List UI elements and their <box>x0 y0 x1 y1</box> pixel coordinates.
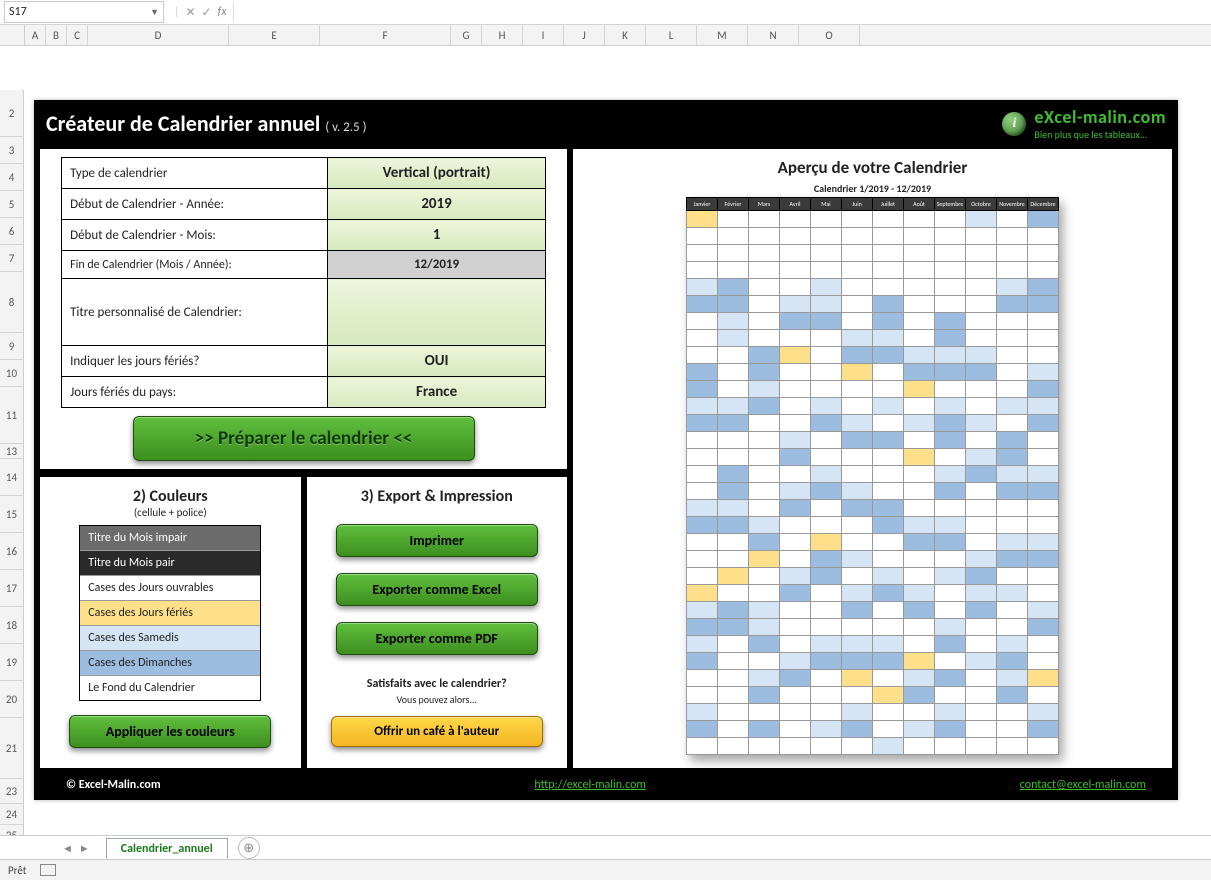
color-item[interactable]: Cases des Samedis <box>80 626 260 651</box>
coffee-button[interactable]: Offrir un café à l'auteur <box>331 716 543 747</box>
column-header[interactable]: I <box>523 25 564 45</box>
row-header[interactable]: 3 <box>0 137 24 164</box>
column-header[interactable]: C <box>67 25 88 45</box>
column-header[interactable]: J <box>564 25 605 45</box>
export-title: 3) Export & Impression <box>361 487 513 506</box>
row-header[interactable]: 4 <box>0 164 24 191</box>
copyright: © Excel-Malin.com <box>66 778 161 792</box>
setting-custom-title[interactable] <box>328 279 546 346</box>
brand-name: eXcel-malin.com <box>1034 106 1166 128</box>
brand-tagline: Bien plus que les tableaux... <box>1034 128 1166 141</box>
row-header[interactable]: 14 <box>0 459 24 496</box>
column-header[interactable]: O <box>799 25 860 45</box>
row-header[interactable]: 10 <box>0 360 24 387</box>
row-header[interactable]: 15 <box>0 496 24 533</box>
setting-month-value[interactable]: 1 <box>328 220 546 251</box>
column-header[interactable]: M <box>697 25 748 45</box>
cancel-icon[interactable]: ✕ <box>186 5 196 20</box>
sheet-tab-bar: ◄► Calendrier_annuel ⊕ <box>0 835 1211 860</box>
calendar-preview: JanvierFévrierMarsAvrilMaiJuinJuilletAoû… <box>686 197 1059 755</box>
page-title: Créateur de Calendrier annuel ( v. 2.5 ) <box>46 110 367 137</box>
row-header[interactable]: 18 <box>0 607 24 644</box>
color-list: Titre du Mois impair Titre du Mois pair … <box>79 525 261 701</box>
preview-title: Aperçu de votre Calendrier <box>581 157 1164 178</box>
panel-footer: © Excel-Malin.com http://excel-malin.com… <box>36 772 1176 798</box>
setting-year-value[interactable]: 2019 <box>328 189 546 220</box>
row-header[interactable]: 7 <box>0 245 24 272</box>
settings-table: Type de calendrier Vertical (portrait) D… <box>61 157 546 408</box>
footer-mail[interactable]: contact@excel-malin.com <box>1020 778 1146 792</box>
row-headers: 23456789101113141516171819202123242526 <box>0 90 24 857</box>
name-box-value: S17 <box>9 5 27 19</box>
preview-subtitle: Calendrier 1/2019 - 12/2019 <box>581 182 1164 195</box>
column-header[interactable]: H <box>482 25 523 45</box>
record-macro-icon[interactable] <box>40 864 56 876</box>
column-header[interactable]: G <box>451 25 482 45</box>
export-excel-button[interactable]: Exporter comme Excel <box>336 573 538 606</box>
chevron-down-icon[interactable]: ▼ <box>150 7 159 18</box>
export-pdf-button[interactable]: Exporter comme PDF <box>336 622 538 655</box>
row-header[interactable]: 24 <box>0 804 24 825</box>
column-headers: ABCDEFGHIJKLMNO <box>0 25 1211 46</box>
column-header[interactable]: B <box>46 25 67 45</box>
formula-input[interactable] <box>233 2 1211 22</box>
row-header[interactable]: 19 <box>0 644 24 681</box>
confirm-icon[interactable]: ✓ <box>202 5 212 20</box>
export-card: 3) Export & Impression Imprimer Exporter… <box>305 475 570 770</box>
row-header[interactable]: 16 <box>0 533 24 570</box>
setting-end-value: 12/2019 <box>328 251 546 279</box>
column-header[interactable]: K <box>605 25 646 45</box>
column-header[interactable]: N <box>748 25 799 45</box>
satisfaction-text: Satisfaits avec le calendrier? Vous pouv… <box>367 677 507 706</box>
colors-title: 2) Couleurs <box>133 487 208 506</box>
apply-colors-button[interactable]: Appliquer les couleurs <box>69 715 271 748</box>
info-icon[interactable]: i <box>1002 112 1026 136</box>
row-header[interactable]: 9 <box>0 333 24 360</box>
column-header[interactable]: L <box>646 25 697 45</box>
setting-holidays-value[interactable]: OUI <box>328 346 546 377</box>
settings-card: Type de calendrier Vertical (portrait) D… <box>38 147 569 471</box>
main-panel: Créateur de Calendrier annuel ( v. 2.5 )… <box>34 100 1178 800</box>
row-header[interactable]: 13 <box>0 444 24 459</box>
brand[interactable]: i eXcel-malin.com Bien plus que les tabl… <box>1002 106 1166 141</box>
tab-nav[interactable]: ◄► <box>60 842 92 855</box>
row-header[interactable]: 17 <box>0 570 24 607</box>
select-all-corner[interactable] <box>0 25 25 45</box>
sheet-tab[interactable]: Calendrier_annuel <box>106 838 228 859</box>
color-item[interactable]: Titre du Mois impair <box>80 526 260 551</box>
preview-card: Aperçu de votre Calendrier Calendrier 1/… <box>571 147 1174 770</box>
column-header[interactable]: D <box>88 25 229 45</box>
panel-header: Créateur de Calendrier annuel ( v. 2.5 )… <box>36 102 1176 145</box>
row-header[interactable]: 2 <box>0 90 24 137</box>
row-header[interactable]: 11 <box>0 387 24 444</box>
row-header[interactable]: 6 <box>0 218 24 245</box>
color-item[interactable]: Cases des Jours fériés <box>80 601 260 626</box>
colors-card: 2) Couleurs (cellule + police) Titre du … <box>38 475 303 770</box>
row-header[interactable]: 23 <box>0 779 24 804</box>
setting-label: Type de calendrier <box>62 158 328 189</box>
formula-controls: | ✕ ✓ fx <box>168 5 233 20</box>
row-header[interactable]: 20 <box>0 681 24 718</box>
row-header[interactable]: 21 <box>0 718 24 779</box>
row-header[interactable]: 5 <box>0 191 24 218</box>
status-bar: Prêt <box>0 859 1211 880</box>
color-item[interactable]: Le Fond du Calendrier <box>80 676 260 700</box>
color-item[interactable]: Cases des Dimanches <box>80 651 260 676</box>
name-box[interactable]: S17 ▼ <box>4 1 164 23</box>
color-item[interactable]: Titre du Mois pair <box>80 551 260 576</box>
setting-country-value[interactable]: France <box>328 377 546 408</box>
column-header[interactable]: A <box>25 25 46 45</box>
prepare-button[interactable]: >> Préparer le calendrier << <box>133 416 475 461</box>
setting-type-value[interactable]: Vertical (portrait) <box>328 158 546 189</box>
formula-bar: S17 ▼ | ✕ ✓ fx <box>0 0 1211 25</box>
column-header[interactable]: F <box>320 25 451 45</box>
column-header[interactable]: E <box>229 25 320 45</box>
row-header[interactable]: 8 <box>0 272 24 333</box>
color-item[interactable]: Cases des Jours ouvrables <box>80 576 260 601</box>
footer-url[interactable]: http://excel-malin.com <box>534 778 646 792</box>
fx-icon[interactable]: fx <box>218 5 227 19</box>
add-sheet-icon[interactable]: ⊕ <box>238 837 260 859</box>
print-button[interactable]: Imprimer <box>336 524 538 557</box>
status-text: Prêt <box>8 864 26 877</box>
